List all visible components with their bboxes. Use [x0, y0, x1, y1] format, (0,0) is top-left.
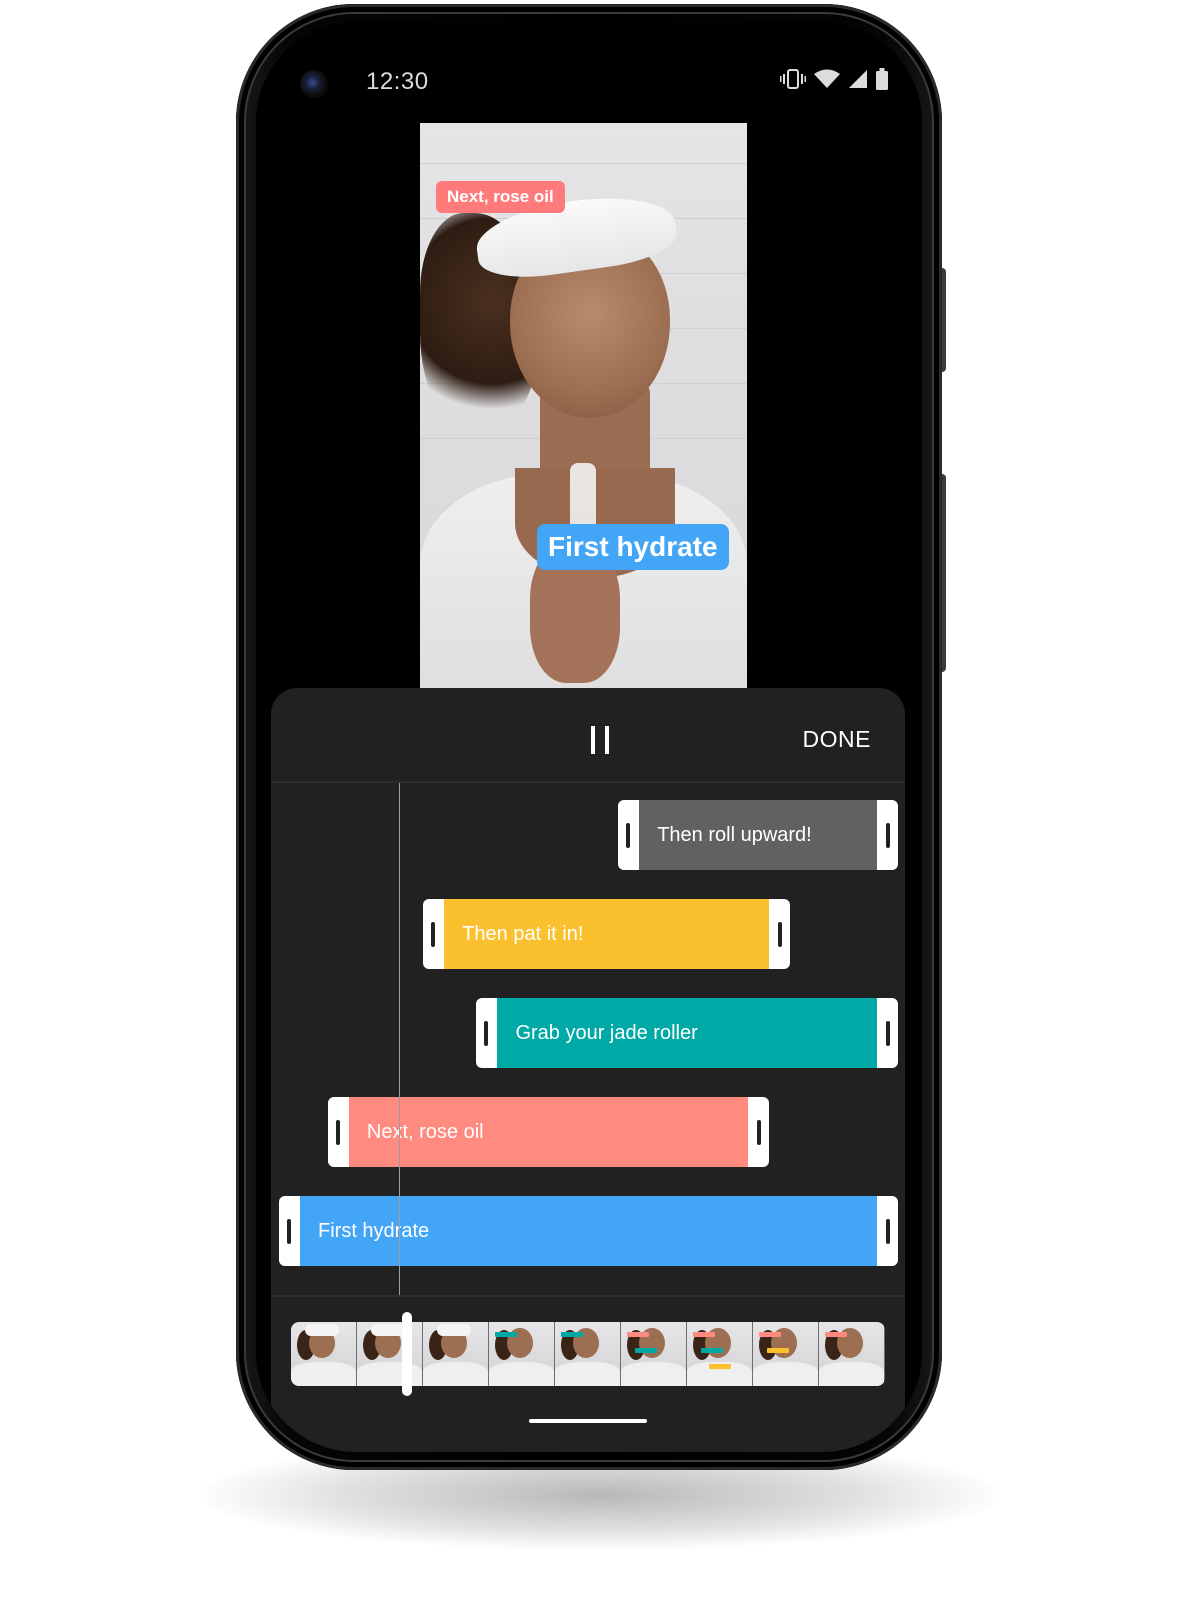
filmstrip-text-tag	[759, 1332, 781, 1337]
clip-start-handle[interactable]	[431, 922, 436, 947]
wifi-icon	[814, 69, 840, 89]
filmstrip-frame	[291, 1322, 357, 1386]
clip-label: First hydrate	[300, 1196, 877, 1266]
text-clip[interactable]: Grab your jade roller	[476, 998, 898, 1068]
divider	[271, 1295, 905, 1297]
vibrate-icon	[780, 69, 806, 89]
clip-end-handle[interactable]	[885, 823, 890, 848]
filmstrip-text-tag	[701, 1348, 723, 1353]
playhead-line[interactable]	[399, 783, 401, 1295]
front-camera	[300, 70, 328, 98]
text-clip[interactable]: Next, rose oil	[327, 1097, 770, 1167]
filmstrip-text-tag	[495, 1332, 517, 1337]
filmstrip-text-tag	[693, 1332, 715, 1337]
clip-label: Then pat it in!	[444, 899, 769, 969]
filmstrip-frame	[357, 1322, 423, 1386]
overlay-text-rose-oil[interactable]: Next, rose oil	[436, 181, 565, 213]
timeline-panel: DONE Then roll upward! Then pat it in! G…	[271, 688, 905, 1452]
text-clip[interactable]: Then roll upward!	[618, 800, 898, 870]
clip-end-handle[interactable]	[886, 1219, 890, 1244]
pause-button[interactable]	[587, 726, 613, 756]
filmstrip-text-tag	[635, 1348, 657, 1353]
clip-start-handle[interactable]	[484, 1021, 489, 1046]
filmstrip-frame	[621, 1322, 687, 1386]
pause-icon	[591, 726, 595, 754]
filmstrip-frame	[423, 1322, 489, 1386]
status-bar: 12:30	[256, 22, 922, 122]
text-clip[interactable]: First hydrate	[279, 1196, 898, 1266]
home-indicator[interactable]	[529, 1419, 647, 1423]
battery-icon	[876, 68, 888, 90]
filmstrip-frame	[753, 1322, 819, 1386]
editor-toolbar: DONE	[271, 688, 905, 783]
clip-start-handle[interactable]	[287, 1219, 291, 1244]
video-filmstrip[interactable]	[291, 1322, 885, 1386]
status-time: 12:30	[366, 68, 429, 95]
filmstrip-text-tag	[627, 1332, 649, 1337]
cell-signal-icon	[848, 69, 868, 89]
filmstrip-text-tag	[825, 1332, 847, 1337]
clip-label: Next, rose oil	[348, 1097, 749, 1167]
video-preview[interactable]: Next, rose oil First hydrate	[420, 123, 747, 689]
filmstrip-text-tag	[561, 1332, 583, 1337]
text-track-area: Then roll upward! Then pat it in! Grab y…	[271, 783, 905, 1295]
status-icons	[780, 68, 888, 90]
clip-start-handle[interactable]	[335, 1120, 340, 1145]
filmstrip-frame	[489, 1322, 555, 1386]
filmstrip-text-tag	[767, 1348, 789, 1353]
done-button[interactable]: DONE	[803, 726, 871, 753]
text-clip[interactable]: Then pat it in!	[423, 899, 790, 969]
clip-start-handle[interactable]	[626, 823, 631, 848]
overlay-text-first-hydrate[interactable]: First hydrate	[537, 524, 729, 570]
filmstrip-text-tag	[709, 1364, 731, 1369]
scrubber-handle[interactable]	[402, 1312, 413, 1396]
phone-screen: 12:30 Next, rose oil First hydrate DONE …	[256, 22, 922, 1452]
clip-label: Then roll upward!	[639, 800, 877, 870]
filmstrip-frame	[819, 1322, 885, 1386]
clip-end-handle[interactable]	[757, 1120, 762, 1145]
filmstrip-frame	[687, 1322, 753, 1386]
clip-label: Grab your jade roller	[497, 998, 877, 1068]
clip-end-handle[interactable]	[885, 1021, 890, 1046]
filmstrip-frame	[555, 1322, 621, 1386]
clip-end-handle[interactable]	[777, 922, 782, 947]
